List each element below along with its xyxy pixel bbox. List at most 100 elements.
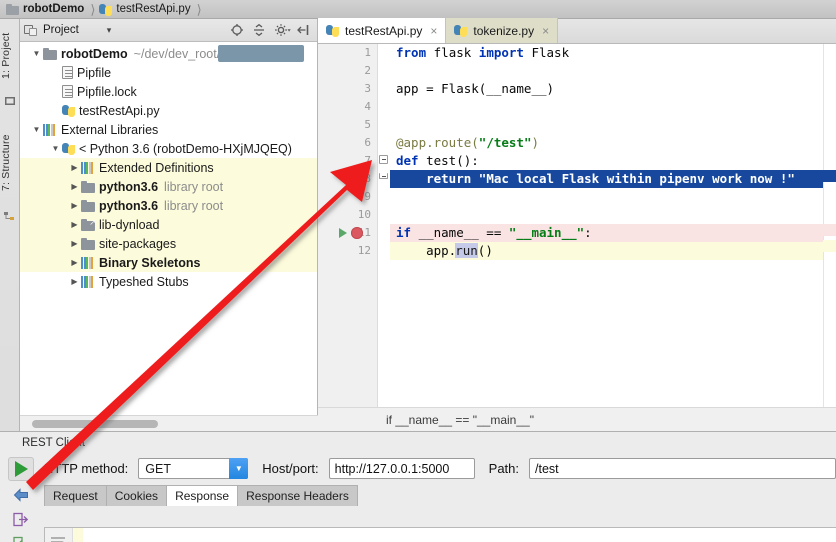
code-line[interactable]: if __name__ == "__main__":: [390, 224, 836, 242]
tree-node-sublabel: ~/dev/dev_root/: [133, 46, 221, 61]
run-request-icon: [14, 461, 28, 477]
response-body[interactable]: [73, 528, 836, 542]
code-line[interactable]: @app.route("/test"): [390, 134, 836, 152]
chevron-right-icon[interactable]: [68, 182, 81, 191]
code-line[interactable]: app = Flask(__name__): [390, 80, 836, 98]
breadcrumb-item-project[interactable]: robotDemo: [6, 0, 84, 19]
tree-node[interactable]: python3.6 library root: [20, 177, 317, 196]
chevron-right-icon[interactable]: [68, 201, 81, 210]
marker-caret-line[interactable]: [823, 240, 836, 252]
code-text[interactable]: from flask import Flask app = Flask(__na…: [390, 44, 836, 407]
project-window-icon: [24, 24, 38, 37]
chevron-right-icon[interactable]: [68, 277, 81, 286]
line-number: 10: [357, 208, 371, 221]
chevron-right-icon[interactable]: [68, 239, 81, 248]
folder-icon: [43, 47, 57, 60]
chevron-down-icon[interactable]: [49, 144, 62, 153]
fold-marker-icon[interactable]: [379, 155, 388, 164]
sidebar-item-structure[interactable]: 7: Structure: [0, 119, 20, 207]
tree-node-label: Extended Definitions: [99, 160, 214, 175]
export-request-button[interactable]: [8, 507, 34, 531]
run-gutter-icon[interactable]: [339, 228, 347, 238]
rest-client-panel: REST Client HTTP method: GET ▼ Host/port…: [0, 431, 836, 542]
rest-client-tab[interactable]: Response: [166, 485, 239, 506]
hide-panel-icon[interactable]: [296, 23, 310, 37]
code-line[interactable]: [390, 98, 836, 116]
code-line[interactable]: from flask import Flask: [390, 44, 836, 62]
code-line[interactable]: [390, 62, 836, 80]
tree-node[interactable]: < Python 3.6 (robotDemo-HXjMJQEQ): [20, 139, 317, 158]
marker-error-line[interactable]: [823, 224, 836, 236]
code-line[interactable]: def test():: [390, 152, 836, 170]
editor-marker-gutter[interactable]: [823, 44, 836, 407]
chevron-right-icon[interactable]: [68, 220, 81, 229]
status-breadcrumb-label: if __name__ == "__main__": [386, 412, 534, 427]
breakpoint-icon[interactable]: [351, 173, 363, 185]
rest-client-tab[interactable]: Request: [44, 485, 107, 506]
tree-node[interactable]: Binary Skeletons: [20, 253, 317, 272]
code-folding-column[interactable]: [378, 44, 390, 407]
editor-tab[interactable]: tokenize.py ×: [446, 18, 559, 43]
folder-shortcut-icon: ↗: [81, 218, 96, 231]
tree-node[interactable]: Pipfile: [20, 63, 317, 82]
soft-wrap-icon[interactable]: [50, 536, 68, 542]
tree-node[interactable]: testRestApi.py: [20, 101, 317, 120]
rest-client-tab[interactable]: Response Headers: [237, 485, 358, 506]
fold-end-marker-icon[interactable]: [379, 173, 388, 179]
structure-icon[interactable]: [4, 211, 16, 223]
response-viewer[interactable]: [44, 527, 836, 542]
chevron-down-icon[interactable]: [30, 49, 43, 58]
chevron-down-icon[interactable]: ▾: [107, 25, 112, 36]
editor-tab[interactable]: testRestApi.py ×: [318, 18, 447, 43]
rest-client-tab[interactable]: Cookies: [105, 485, 168, 506]
http-method-select[interactable]: GET ▼: [138, 458, 249, 479]
project-tree[interactable]: robotDemo ~/dev/dev_root/Pipfile Pipfile.l…: [20, 42, 317, 415]
code-token: "__main__": [508, 225, 585, 240]
back-button[interactable]: [8, 483, 34, 507]
code-line[interactable]: [390, 206, 836, 224]
sidebar-item-project[interactable]: 1: Project: [0, 23, 20, 89]
tree-node-label: Pipfile.lock: [77, 84, 137, 99]
line-number: 6: [364, 136, 371, 149]
rest-client-body: HTTP method: GET ▼ Host/port: http://127…: [40, 453, 836, 542]
tree-node[interactable]: robotDemo ~/dev/dev_root/: [20, 44, 317, 63]
chevron-right-icon[interactable]: [68, 163, 81, 172]
chevron-down-icon[interactable]: [30, 125, 43, 134]
tree-node[interactable]: ↗lib-dynload: [20, 215, 317, 234]
code-line[interactable]: [390, 188, 836, 206]
marker-selected-line[interactable]: [823, 170, 836, 182]
code-token: __name__ ==: [418, 225, 509, 240]
chevron-right-icon[interactable]: [68, 258, 81, 267]
tree-node[interactable]: Pipfile.lock: [20, 82, 317, 101]
path-input[interactable]: /test: [529, 458, 836, 479]
breakpoint-icon[interactable]: [351, 227, 363, 239]
tree-node[interactable]: Extended Definitions: [20, 158, 317, 177]
project-horizontal-scrollbar[interactable]: [20, 415, 318, 431]
close-icon[interactable]: ×: [542, 24, 549, 38]
close-icon[interactable]: ×: [430, 24, 437, 38]
scrollbar-thumb[interactable]: [32, 420, 158, 428]
tree-node[interactable]: Typeshed Stubs: [20, 272, 317, 291]
rest-client-tabs: Request Cookies Response Response Headers: [40, 484, 836, 506]
folder-icon: [81, 237, 95, 250]
code-editor[interactable]: 1 2 3 4 5 6 7 8 9 10 11 12 from flask import Flask …: [318, 44, 836, 407]
code-token: Flask: [531, 45, 570, 60]
code-line[interactable]: return "Mac local Flask within pipenv wo…: [390, 170, 836, 188]
editor-gutter[interactable]: 1 2 3 4 5 6 7 8 9 10 11 12: [318, 44, 378, 407]
run-request-button[interactable]: [8, 457, 34, 481]
code-line[interactable]: app.run(): [390, 242, 836, 260]
chevron-down-icon[interactable]: ▼: [229, 458, 249, 479]
breadcrumb-item-file[interactable]: testRestApi.py: [99, 0, 191, 19]
tree-node[interactable]: python3.6 library root: [20, 196, 317, 215]
code-line[interactable]: [390, 116, 836, 134]
collapse-all-icon[interactable]: [252, 23, 266, 37]
rest-client-title-label: REST Client: [22, 436, 86, 449]
settings-gear-icon[interactable]: [274, 23, 291, 37]
folder-icon: [81, 180, 95, 193]
import-request-button[interactable]: [8, 531, 34, 542]
locate-icon[interactable]: [230, 23, 244, 37]
tree-node[interactable]: External Libraries: [20, 120, 317, 139]
host-port-input[interactable]: http://127.0.0.1:5000: [328, 458, 475, 479]
tree-node[interactable]: site-packages: [20, 234, 317, 253]
terminal-icon[interactable]: [4, 95, 16, 107]
